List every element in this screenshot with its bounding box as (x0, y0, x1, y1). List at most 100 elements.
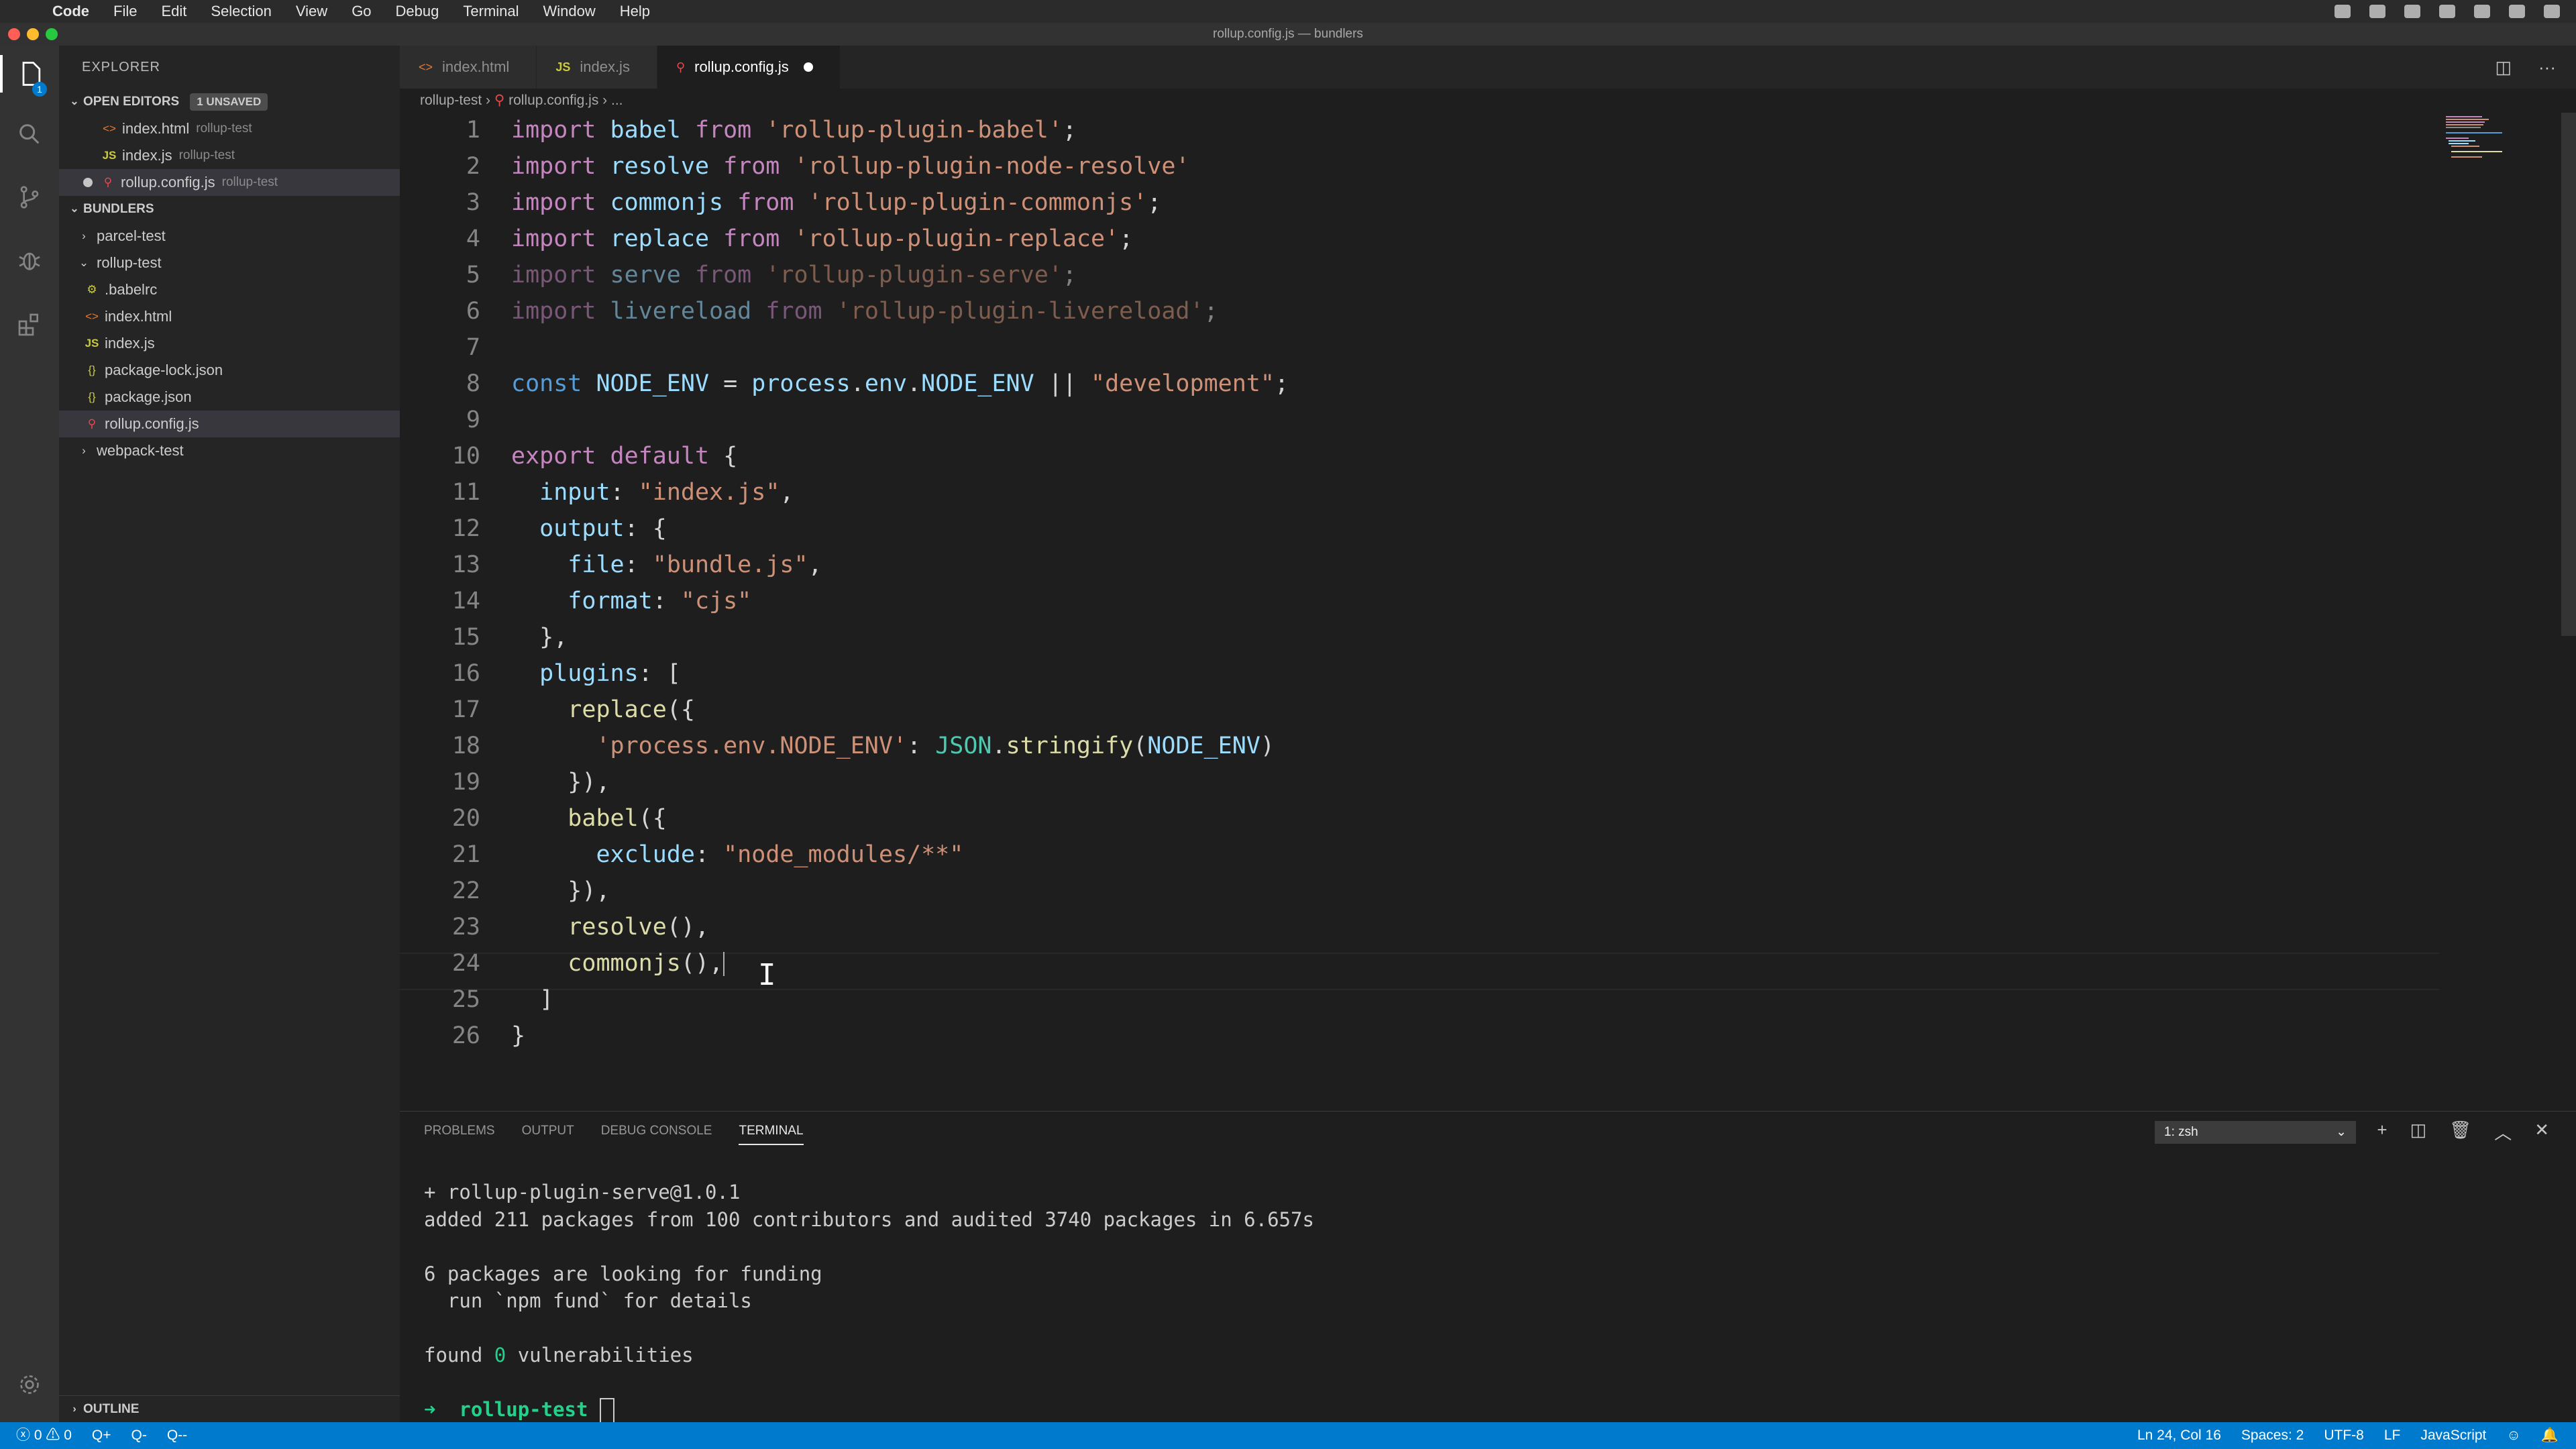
menu-help[interactable]: Help (620, 3, 650, 20)
tray-app-icon[interactable] (2334, 5, 2351, 18)
tree-file-package-json[interactable]: {} package.json (59, 384, 400, 411)
menu-view[interactable]: View (296, 3, 327, 20)
tab-output[interactable]: OUTPUT (522, 1124, 574, 1145)
language-mode[interactable]: JavaScript (2420, 1422, 2486, 1449)
chevron-right-icon: › (72, 1403, 76, 1415)
new-terminal-icon[interactable]: + (2377, 1120, 2387, 1144)
notification-center-icon[interactable] (2544, 5, 2560, 18)
notifications-bell-icon[interactable]: 🔔 (2541, 1422, 2559, 1449)
line-number: 12 (451, 515, 480, 542)
tree-file-package-lock[interactable]: {} package-lock.json (59, 357, 400, 384)
panel-tab-bar: PROBLEMS OUTPUT DEBUG CONSOLE TERMINAL (424, 1124, 804, 1145)
code-line: 'process.env.NODE_ENV': JSON.stringify(N… (596, 733, 1275, 759)
tab-debug-console[interactable]: DEBUG CONSOLE (601, 1124, 712, 1145)
tab-terminal[interactable]: TERMINAL (739, 1124, 804, 1145)
open-editor-name: rollup.config.js (121, 174, 215, 191)
source-control-activity[interactable] (11, 178, 48, 216)
tree-file-rollup-config[interactable]: ⚲ rollup.config.js (59, 411, 400, 437)
maximize-panel-icon[interactable]: ︿ (2494, 1120, 2512, 1144)
tree-folder-parcel-test[interactable]: › parcel-test (59, 223, 400, 250)
spotlight-icon[interactable] (2474, 5, 2490, 18)
line-number: 23 (451, 914, 480, 941)
line-number: 18 (451, 733, 480, 759)
siri-icon[interactable] (2509, 5, 2525, 18)
breadcrumb-folder[interactable]: rollup-test (420, 93, 482, 108)
tray-app-icon[interactable] (2369, 5, 2385, 18)
end-of-line[interactable]: LF (2384, 1422, 2401, 1449)
code-line: input: "index.js", (539, 479, 794, 506)
js-file-icon: JS (85, 337, 99, 350)
unsaved-dot-icon[interactable] (83, 178, 93, 187)
json-file-icon: {} (88, 364, 96, 376)
menu-go[interactable]: Go (352, 3, 371, 20)
cursor-position[interactable]: Ln 24, Col 16 (2137, 1422, 2221, 1449)
open-editor-item[interactable]: JS index.js rollup-test (59, 142, 400, 169)
extensions-activity[interactable] (11, 306, 48, 343)
menu-code[interactable]: Code (52, 3, 89, 20)
tray-app-icon[interactable] (2404, 5, 2420, 18)
breadcrumb-symbol[interactable]: ... (611, 93, 623, 108)
menu-terminal[interactable]: Terminal (463, 3, 519, 20)
line-number: 4 (466, 225, 480, 252)
tab-rollup-config[interactable]: ⚲ rollup.config.js (657, 46, 841, 89)
terminal-selector[interactable]: 1: zsh ⌄ (2155, 1121, 2356, 1144)
menu-edit[interactable]: Edit (161, 3, 186, 20)
menu-window[interactable]: Window (543, 3, 596, 20)
workspace-section[interactable]: ⌄ BUNDLERS (59, 196, 400, 223)
open-editor-item[interactable]: <> index.html rollup-test (59, 115, 400, 142)
editor-scrollbar[interactable] (2561, 113, 2576, 636)
trash-icon[interactable]: 🗑 (2449, 1120, 2471, 1144)
status-item[interactable]: Q-- (167, 1422, 187, 1449)
code-editor[interactable]: 1 2 3 4 5 6 7 8 9 10 11 12 13 14 15 16 1… (400, 113, 2446, 1106)
open-editors-section[interactable]: ⌄ OPEN EDITORS 1 UNSAVED (59, 89, 400, 115)
close-window-button[interactable] (8, 28, 20, 40)
wifi-icon[interactable] (2439, 5, 2455, 18)
line-number: 5 (466, 262, 480, 288)
code-line: import replace from 'rollup-plugin-repla… (511, 225, 1134, 252)
code-line: exclude: "node_modules/**" (596, 841, 964, 868)
menu-debug[interactable]: Debug (396, 3, 439, 20)
terminal-output[interactable]: + rollup-plugin-serve@1.0.1 added 211 pa… (424, 1179, 1314, 1424)
tree-file-index-js[interactable]: JS index.js (59, 330, 400, 357)
tree-folder-rollup-test[interactable]: ⌄ rollup-test (59, 250, 400, 276)
debug-activity[interactable] (11, 241, 48, 279)
terminal-line: added 211 packages from 100 contributors… (424, 1208, 1314, 1231)
status-item[interactable]: Q+ (92, 1422, 111, 1449)
menu-selection[interactable]: Selection (211, 3, 272, 20)
outline-section[interactable]: › OUTLINE (59, 1395, 400, 1423)
line-number: 22 (451, 877, 480, 904)
problems-indicator[interactable]: ⓧ 0 ⚠ 0 (16, 1422, 72, 1449)
indentation[interactable]: Spaces: 2 (2241, 1422, 2304, 1449)
manage-activity[interactable] (11, 1366, 48, 1403)
explorer-activity[interactable]: 1 (0, 55, 59, 97)
tree-file-babelrc[interactable]: ⚙ .babelrc (59, 276, 400, 303)
encoding[interactable]: UTF-8 (2324, 1422, 2364, 1449)
error-icon: ⓧ (16, 1428, 30, 1443)
json-file-icon: {} (88, 390, 96, 403)
tab-index-js[interactable]: JS index.js (537, 46, 657, 89)
status-item[interactable]: Q- (131, 1422, 147, 1449)
minimap[interactable] (2442, 113, 2549, 166)
tree-file-index-html[interactable]: <> index.html (59, 303, 400, 330)
editor-actions: ◫ ··· (2495, 46, 2556, 89)
tree-folder-webpack-test[interactable]: › webpack-test (59, 437, 400, 464)
feedback-smiley-icon[interactable]: ☺ (2506, 1422, 2520, 1449)
unsaved-dot-icon[interactable] (803, 62, 813, 72)
editor-tab-bar: <> index.html JS index.js ⚲ rollup.confi… (400, 46, 2576, 89)
terminal-cursor (599, 1398, 614, 1424)
explorer-title: EXPLORER (82, 60, 160, 74)
close-panel-icon[interactable]: ✕ (2534, 1120, 2549, 1144)
tab-index-html[interactable]: <> index.html (400, 46, 537, 89)
menu-file[interactable]: File (113, 3, 137, 20)
search-activity[interactable] (11, 115, 48, 153)
more-actions-icon[interactable]: ··· (2538, 57, 2556, 78)
zoom-window-button[interactable] (46, 28, 58, 40)
open-editor-folder: rollup-test (178, 148, 235, 162)
split-terminal-icon[interactable]: ◫ (2410, 1120, 2427, 1144)
minimize-window-button[interactable] (27, 28, 39, 40)
tab-problems[interactable]: PROBLEMS (424, 1124, 495, 1145)
breadcrumb-file[interactable]: rollup.config.js (508, 93, 598, 108)
open-editor-item-active[interactable]: ⚲ rollup.config.js rollup-test (59, 169, 400, 196)
open-editor-name: index.js (122, 147, 172, 164)
split-editor-icon[interactable]: ◫ (2495, 57, 2512, 78)
